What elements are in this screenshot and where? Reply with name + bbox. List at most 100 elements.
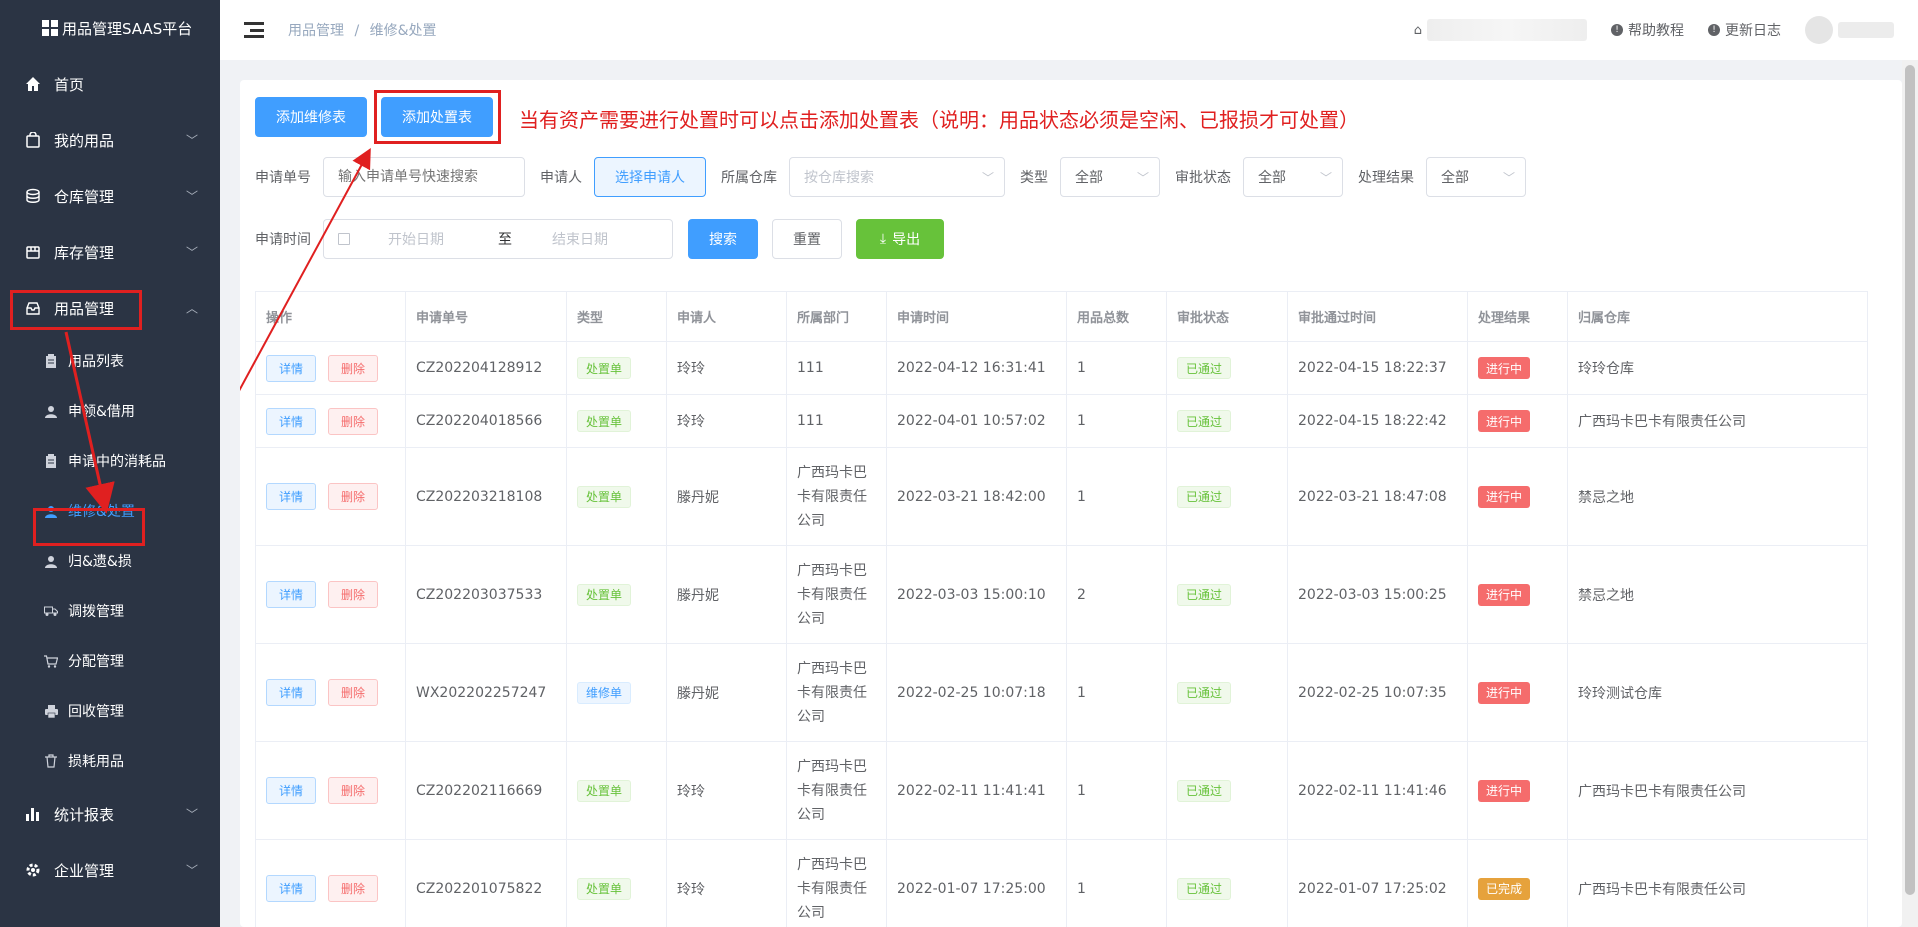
user-menu[interactable] (1805, 16, 1894, 44)
order-no-input[interactable] (323, 157, 525, 197)
sidebar-sub-item-label: 损耗用品 (68, 754, 124, 770)
clipboard-icon (44, 354, 58, 368)
order-no-cell: CZ202202116669 (406, 742, 567, 839)
date-range-picker[interactable]: 开始日期 至 结束日期 (323, 219, 673, 259)
user-name-redacted (1838, 22, 1894, 38)
app-logo[interactable]: 用品管理SAAS平台 (0, 0, 220, 56)
approval-label: 审批状态 (1175, 170, 1231, 186)
count-cell: 1 (1067, 448, 1167, 545)
sidebar-sub-item-list[interactable]: 用品列表 (0, 336, 220, 386)
apply-time-cell: 2022-04-12 16:31:41 (887, 342, 1067, 394)
sidebar-item-reports[interactable]: 统计报表 ﹀ (0, 786, 220, 842)
truck-icon (44, 604, 58, 618)
top-header: 用品管理 / 维修&处置 ⌂ ! 帮助教程 ! 更新日志 (220, 0, 1918, 60)
detail-button[interactable]: 详情 (266, 875, 317, 902)
detail-button[interactable]: 详情 (266, 777, 317, 804)
reset-button[interactable]: 重置 (772, 219, 842, 259)
warehouse-placeholder: 按仓库搜索 (804, 170, 874, 186)
type-select[interactable]: 全部 ﹀ (1060, 157, 1160, 197)
page-scrollbar[interactable] (1902, 60, 1918, 927)
detail-button[interactable]: 详情 (266, 483, 317, 510)
applicant-cell: 滕丹妮 (667, 546, 787, 643)
sidebar-sub-item-allocation[interactable]: 分配管理 (0, 636, 220, 686)
delete-button[interactable]: 删除 (328, 777, 379, 804)
result-label: 处理结果 (1358, 170, 1414, 186)
count-cell: 1 (1067, 342, 1167, 394)
changelog-link[interactable]: ! 更新日志 (1708, 20, 1781, 40)
approved-time-cell: 2022-03-03 15:00:25 (1288, 546, 1468, 643)
detail-button[interactable]: 详情 (266, 407, 317, 435)
chevron-up-icon: ︿ (185, 301, 198, 316)
sidebar-sub-item-apply[interactable]: 申领&借用 (0, 386, 220, 436)
export-button[interactable]: ⤓ 导出 (856, 219, 944, 259)
sidebar-sub-item-consumables[interactable]: 申请中的消耗品 (0, 436, 220, 486)
type-cell: 处置单 (567, 342, 667, 394)
breadcrumb: 用品管理 / 维修&处置 (288, 20, 437, 40)
count-cell: 1 (1067, 840, 1167, 927)
sidebar-item-warehouse[interactable]: 仓库管理 ﹀ (0, 168, 220, 224)
detail-button[interactable]: 详情 (266, 679, 317, 706)
sidebar-sub-item-transfer[interactable]: 调拨管理 (0, 586, 220, 636)
scrollbar-thumb[interactable] (1905, 65, 1915, 895)
help-link[interactable]: ! 帮助教程 (1611, 20, 1684, 40)
apply-time-cell: 2022-01-07 17:25:00 (887, 840, 1067, 927)
approved-time-cell: 2022-02-11 11:41:46 (1288, 742, 1468, 839)
sidebar-item-label: 企业管理 (54, 861, 115, 880)
sidebar-item-home[interactable]: 首页 (0, 56, 220, 112)
hamburger-menu-icon[interactable] (244, 22, 264, 38)
add-repair-button[interactable]: 添加维修表 (255, 97, 367, 137)
delete-button[interactable]: 删除 (328, 407, 379, 435)
chevron-down-icon: ﹀ (981, 170, 994, 185)
user-icon (44, 404, 58, 418)
applicant-cell: 玲玲 (667, 395, 787, 447)
column-header: 操作 (256, 292, 406, 341)
order-no-cell: CZ202204128912 (406, 342, 567, 394)
sidebar-item-my-items[interactable]: 我的用品 ﹀ (0, 112, 220, 168)
delete-button[interactable]: 删除 (328, 679, 379, 706)
count-cell: 1 (1067, 742, 1167, 839)
table-row: 详情 删除 CZ202204128912 处置单 玲玲 111 2022-04-12 16:… (256, 342, 1868, 395)
detail-button[interactable]: 详情 (266, 581, 317, 608)
end-date-placeholder: 结束日期 (552, 232, 608, 248)
table-header: 操作 申请单号 类型 申请人 所属部门 申请时间 用品总数 审批状态 审批通过时… (256, 292, 1868, 342)
approval-tag: 已通过 (1177, 410, 1232, 432)
actions-cell: 详情 删除 (256, 644, 406, 741)
sidebar-sub-item-recycle[interactable]: 回收管理 (0, 686, 220, 736)
delete-button[interactable]: 删除 (328, 581, 379, 608)
apply-time-cell: 2022-03-03 15:00:10 (887, 546, 1067, 643)
sidebar-sub-item-loss[interactable]: 损耗用品 (0, 736, 220, 786)
approved-time-cell: 2022-04-15 18:22:42 (1288, 395, 1468, 447)
warehouse-select[interactable]: 按仓库搜索 ﹀ (789, 157, 1005, 197)
sidebar-item-inventory[interactable]: 库存管理 ﹀ (0, 224, 220, 280)
column-header: 处理结果 (1468, 292, 1568, 341)
chevron-down-icon: ﹀ (185, 245, 198, 260)
type-cell: 维修单 (567, 644, 667, 741)
department-cell: 广西玛卡巴卡有限责任公司 (787, 448, 887, 545)
result-cell: 已完成 (1468, 840, 1568, 927)
apply-time-cell: 2022-02-25 10:07:18 (887, 644, 1067, 741)
result-tag: 进行中 (1478, 681, 1531, 704)
sidebar-item-enterprise[interactable]: 企业管理 ﹀ (0, 842, 220, 898)
count-cell: 1 (1067, 395, 1167, 447)
result-select[interactable]: 全部 ﹀ (1426, 157, 1526, 197)
search-button[interactable]: 搜索 (688, 219, 758, 259)
delete-button[interactable]: 删除 (328, 483, 379, 510)
approved-time-cell: 2022-03-21 18:47:08 (1288, 448, 1468, 545)
detail-button[interactable]: 详情 (266, 354, 317, 382)
applicant-cell: 玲玲 (667, 342, 787, 394)
applicant-cell: 滕丹妮 (667, 448, 787, 545)
applicant-cell: 滕丹妮 (667, 644, 787, 741)
select-applicant-button[interactable]: 选择申请人 (594, 157, 706, 197)
approval-select[interactable]: 全部 ﹀ (1243, 157, 1343, 197)
delete-button[interactable]: 删除 (328, 875, 379, 902)
column-header: 归属仓库 (1568, 292, 1868, 341)
result-tag: 进行中 (1478, 485, 1531, 508)
column-header: 审批状态 (1167, 292, 1288, 341)
breadcrumb-parent[interactable]: 用品管理 (288, 23, 344, 39)
breadcrumb-separator: / (354, 23, 360, 39)
actions-cell: 详情 删除 (256, 742, 406, 839)
company-link[interactable]: ⌂ (1414, 19, 1587, 41)
warehouse-cell: 广西玛卡巴卡有限责任公司 (1568, 742, 1868, 839)
delete-button[interactable]: 删除 (328, 354, 379, 382)
type-tag: 处置单 (577, 779, 632, 802)
